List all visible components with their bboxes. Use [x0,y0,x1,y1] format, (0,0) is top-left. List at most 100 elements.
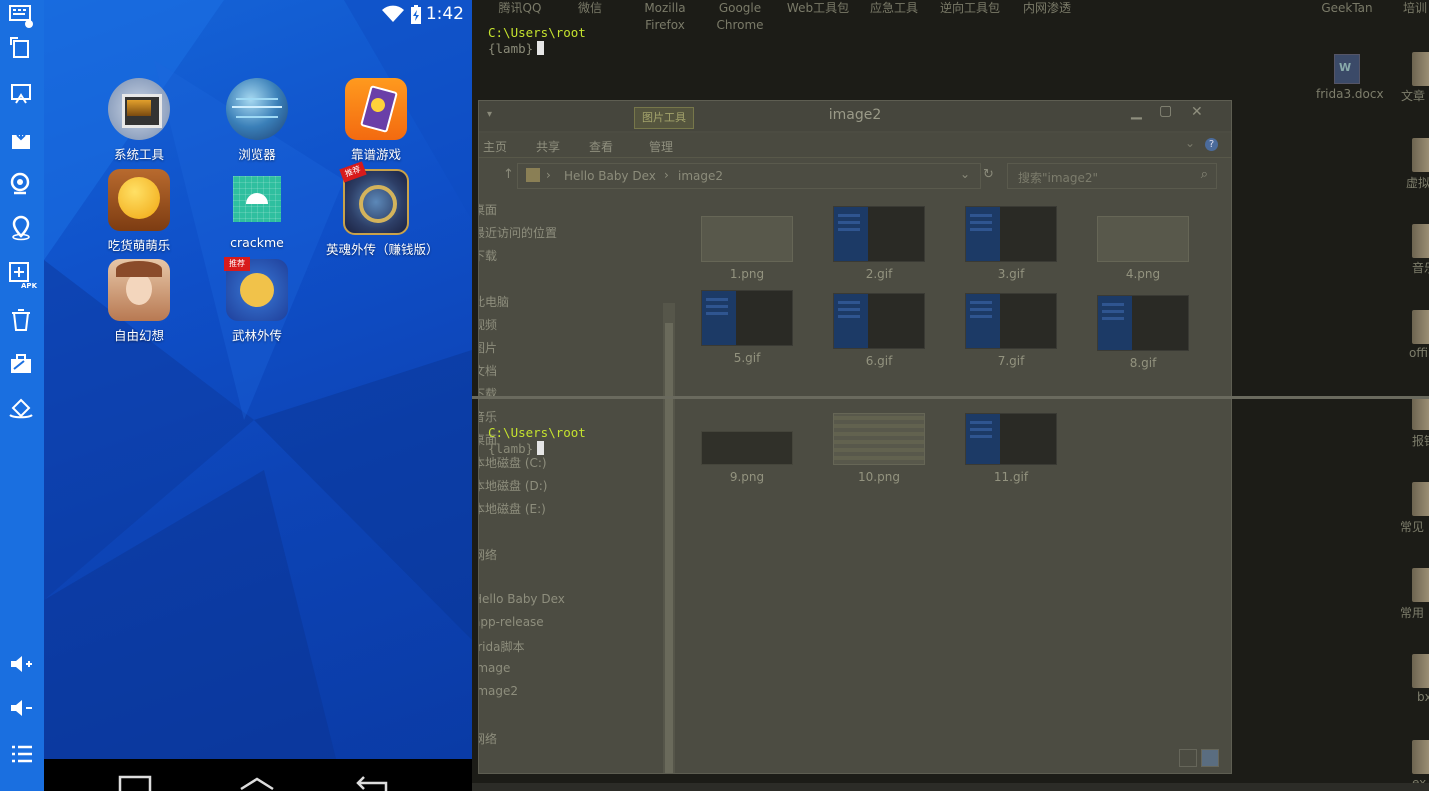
file-item[interactable]: 10.png [824,413,934,484]
file-item[interactable]: 11.gif [956,413,1066,484]
shake-icon[interactable] [5,394,37,426]
toolbox-icon[interactable] [5,348,37,380]
file-item[interactable]: 3.gif [956,206,1066,281]
menu-icon[interactable] [5,738,37,770]
desktop-icon-chrome[interactable]: Google Chrome [710,0,770,34]
tab-manage[interactable]: 管理 [649,138,673,155]
nav-item[interactable]: 下载 [479,247,497,264]
file-item[interactable]: 1.png [692,216,802,281]
folder-icon[interactable] [1412,568,1429,602]
desktop-item-label[interactable]: 音乐 [1412,259,1429,276]
desktop-icon-web-tools[interactable]: Web工具包 [780,0,856,17]
desktop-item-label[interactable]: 文章 [1401,87,1425,104]
app-system-tools[interactable]: 系统工具 [89,78,189,163]
recents-icon[interactable] [118,773,154,791]
desktop-item-label[interactable]: 报错 [1412,432,1429,449]
nav-item[interactable]: Hello Baby Dex [479,592,565,606]
tab-view[interactable]: 查看 [589,138,613,155]
nav-item[interactable]: 此电脑 [479,293,509,310]
tab-home[interactable]: 主页 [483,138,507,155]
app-foodie[interactable]: 吃货萌萌乐 [89,169,189,254]
nav-item[interactable]: 本地磁盘 (E:) [479,500,546,517]
app-crackme[interactable]: crackme [207,169,307,250]
app-browser[interactable]: 浏览器 [207,78,307,163]
desktop-item-label[interactable]: 常用 [1400,604,1424,621]
file-item[interactable]: 2.gif [824,206,934,281]
desktop-item-label[interactable]: bx [1417,690,1429,704]
tab-share[interactable]: 共享 [536,138,560,155]
desktop-icon-geektan[interactable]: GeekTan [1314,0,1380,17]
nav-item[interactable]: app-release [479,615,544,629]
file-item[interactable]: 5.gif [692,290,802,365]
file-item[interactable]: 8.gif [1088,295,1198,370]
home-icon[interactable] [239,773,275,791]
nav-scrollbar-thumb[interactable] [665,323,673,773]
folder-icon[interactable] [1412,224,1429,258]
volume-down-icon[interactable] [5,692,37,724]
large-icons-view-icon[interactable] [1201,749,1219,767]
desktop-item-label[interactable]: 常见 [1400,518,1424,535]
up-arrow-icon[interactable]: ↑ [503,167,514,182]
app-yinghun[interactable]: 推荐 英魂外传（赚钱版） [326,161,439,258]
desktop-item-label[interactable]: frida3.docx [1316,87,1384,101]
rotate-screen-icon[interactable] [5,32,37,64]
folder-icon[interactable] [1412,52,1429,86]
maximize-icon[interactable]: ▢ [1159,103,1172,119]
details-view-icon[interactable] [1179,749,1197,767]
install-icon[interactable] [5,124,37,156]
nav-item[interactable]: 视频 [479,316,497,333]
desktop-icon-reverse-tools[interactable]: 逆向工具包 [934,0,1006,17]
nav-item[interactable]: frida脚本 [479,638,524,655]
folder-icon[interactable] [1412,740,1429,774]
refresh-icon[interactable]: ↻ [983,167,994,182]
folder-icon[interactable] [1412,310,1429,344]
back-icon[interactable] [356,773,396,791]
close-icon[interactable]: ✕ [1191,104,1203,120]
trash-icon[interactable] [5,304,37,336]
search-icon[interactable]: ⌕ [1201,167,1208,182]
file-item[interactable]: 6.gif [824,293,934,368]
app-free-fantasy[interactable]: 自由幻想 [89,259,189,344]
word-doc-icon[interactable]: W [1334,54,1360,84]
desktop-icon-training[interactable]: 培训 [1400,0,1429,17]
breadcrumb-image2[interactable]: image2 [678,169,723,183]
nav-item[interactable]: 图片 [479,339,497,356]
nav-item[interactable]: 本地磁盘 (D:) [479,477,547,494]
nav-item[interactable]: 网络 [479,546,497,563]
file-item[interactable]: 9.png [692,431,802,484]
desktop-icon-wechat[interactable]: 微信 [570,0,610,17]
nav-item[interactable]: image2 [479,684,518,698]
screenshot-icon[interactable] [5,78,37,110]
location-icon[interactable] [5,212,37,244]
search-box[interactable]: 搜索"image2" ⌕ [1007,163,1217,189]
apk-install-icon[interactable]: APK [5,258,37,290]
desktop-icon-emergency-tools[interactable]: 应急工具 [864,0,924,17]
desktop-icon-firefox[interactable]: Mozilla Firefox [632,0,698,34]
breadcrumb-hello-baby-dex[interactable]: Hello Baby Dex [564,169,656,183]
file-item[interactable]: 7.gif [956,293,1066,368]
app-wulin[interactable]: 推荐 武林外传 [207,257,307,344]
nav-item[interactable]: 桌面 [479,201,497,218]
app-reliable-games[interactable]: 靠谱游戏 [326,78,426,163]
desktop-icon-intranet-pentest[interactable]: 内网渗透 [1014,0,1080,17]
help-icon[interactable]: ? [1205,138,1218,151]
nav-item[interactable]: 最近访问的位置 [479,224,557,241]
camera-icon[interactable] [5,168,37,200]
address-bar[interactable]: › Hello Baby Dex › image2 ⌄ [517,163,981,189]
nav-item[interactable]: image [479,661,510,675]
desktop-item-label[interactable]: 虚拟 [1406,174,1429,191]
folder-icon[interactable] [1412,396,1429,430]
file-item[interactable]: 4.png [1088,216,1198,281]
folder-icon[interactable] [1412,482,1429,516]
minimize-icon[interactable]: ▁ [1131,104,1142,120]
address-dropdown-icon[interactable]: ⌄ [960,167,970,181]
keyboard-icon[interactable] [5,0,37,32]
nav-item[interactable]: 音乐 [479,408,497,425]
desktop-icon-qq[interactable]: 腾讯QQ [490,0,550,17]
volume-up-icon[interactable] [5,648,37,680]
nav-item[interactable]: 文档 [479,362,497,379]
nav-item[interactable]: 下载 [479,385,497,402]
nav-scrollbar[interactable] [663,303,675,773]
desktop-item-label[interactable]: offi [1409,346,1428,360]
folder-icon[interactable] [1412,654,1429,688]
